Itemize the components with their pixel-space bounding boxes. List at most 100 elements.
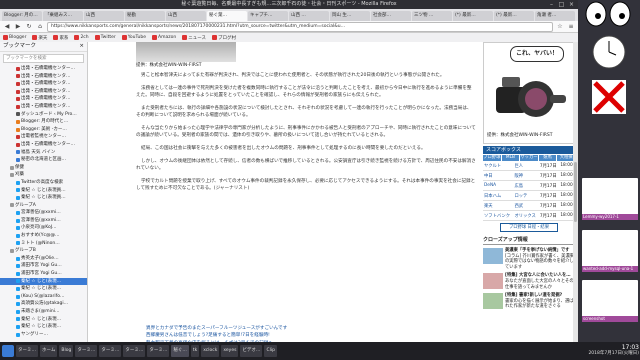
sidebar-bookmark-item[interactable]: 秘密の北海道と区画…	[0, 156, 87, 164]
close-icon[interactable]: ×	[568, 1, 575, 8]
bookmark-toolbar-item[interactable]: Blogger	[3, 35, 26, 40]
sidebar-bookmark-item[interactable]: 宮澤善伍(@xxmi…	[0, 217, 87, 225]
sidebar-bookmark-item[interactable]: 宮澤善伍(@xxmi…	[0, 209, 87, 217]
bookmark-toolbar-item[interactable]: ブログ村	[212, 35, 236, 41]
scoreboard-tab[interactable]: 競馬	[538, 155, 557, 161]
browser-tab[interactable]: 山西 …	[289, 11, 329, 21]
forward-arrow-icon[interactable]: ▶	[14, 23, 22, 31]
table-row[interactable]: 日本ハム ロッテ 7月17日 18:00	[483, 190, 575, 201]
sidebar-bookmark-item[interactable]: 秦紀 ☆ じと(表現員…	[0, 187, 87, 195]
taskbar-button[interactable]: ターミ…	[123, 345, 146, 357]
sidebar-bookmark-item[interactable]: 小泉亮司(@KoJ…	[0, 224, 87, 232]
thumbnail-widget-1[interactable]: Lemmy-wy2017-1	[582, 178, 638, 220]
bookmark-toolbar-item[interactable]: ニュース	[182, 35, 206, 41]
sidebar-bookmark-item[interactable]: 出発・石橋電機センター…	[0, 141, 87, 149]
sidebar-bookmark-item[interactable]: グループA	[0, 202, 87, 210]
taskbar-button[interactable]: 秘ぐ…	[171, 345, 189, 357]
system-clock[interactable]: 17:03 2018年7月17日(火曜日)	[588, 345, 640, 357]
taskbar-button[interactable]: Clip	[264, 345, 277, 357]
taskbar-button[interactable]: tk	[190, 345, 200, 357]
taskbar-button[interactable]: xeyes	[221, 345, 239, 357]
browser-tab[interactable]: 山西	[84, 11, 124, 21]
browser-tab[interactable]: (*) 最新…	[453, 11, 493, 21]
sidebar-bookmark-item[interactable]: Blogger: 美術 -カー…	[0, 126, 87, 134]
browser-tab[interactable]: 岡山 生…	[330, 11, 370, 21]
menu-icon[interactable]: ≡	[567, 23, 575, 31]
related-link[interactable]: 異界とカナダで予告のまたスーパーフルーツジュースがすごいんです	[146, 325, 287, 332]
table-row[interactable]: 楽天 西武 7月17日 18:00	[483, 200, 575, 211]
sidebar-bookmark-item[interactable]: 秦紀 ☆ じと(表現…	[0, 285, 87, 293]
sidebar-bookmark-item[interactable]: 出発・石橋電機センタ…	[0, 88, 87, 96]
taskbar-button[interactable]: Blog	[59, 345, 74, 357]
thumbnail-widget-2[interactable]: wanted-add-mysql-una-1	[582, 230, 638, 272]
closeup-item[interactable]: [特集] 書家!新しい道を発掘? 書家の心を描く展示が始まり、選ばれた作家が新たな…	[483, 293, 575, 310]
browser-tab[interactable]: 三ツ物 …	[412, 11, 452, 21]
sidebar-bookmark-item[interactable]: ダッシュボード ‹ My Pro…	[0, 111, 87, 119]
sidebar-bookmark-item[interactable]: 高須賀公浩(@takagi…	[0, 300, 87, 308]
bookmark-toolbar-item[interactable]: 2ch	[74, 35, 89, 40]
sidebar-bookmark-item[interactable]: 出発・石橋電機センタ…	[0, 103, 87, 111]
close-icon[interactable]: ×	[79, 42, 84, 51]
bookmark-toolbar-item[interactable]: 楽天	[32, 35, 47, 41]
back-arrow-icon[interactable]: ◀	[3, 23, 11, 31]
schedule-more-button[interactable]: プロ野球 日程・結果	[500, 223, 558, 232]
scoreboard-tab[interactable]: MLB	[501, 155, 520, 161]
table-row[interactable]: ヤクルト 巨人 7月17日 18:00	[483, 161, 575, 171]
scrollbar-thumb[interactable]	[574, 162, 577, 222]
sidebar-bookmark-item[interactable]: グループB	[0, 247, 87, 255]
table-row[interactable]: ソフトバンク オリックス 7月17日 18:00	[483, 210, 575, 221]
sidebar-bookmark-item[interactable]: 出発・石橋電機センタ…	[0, 95, 87, 103]
taskbar-button[interactable]: ターミ…	[147, 345, 170, 357]
sidebar-bookmark-item[interactable]: Blogger: 月の時代と…	[0, 118, 87, 126]
sidebar-bookmark-item[interactable]: 出発・石橋電機センタ…	[0, 73, 87, 81]
browser-tab[interactable]: 「乗組みス…	[43, 11, 83, 21]
maximize-icon[interactable]: □	[558, 1, 565, 8]
minimize-icon[interactable]: –	[548, 1, 555, 8]
taskbar-button[interactable]: ターミ…	[16, 345, 38, 357]
start-menu-icon[interactable]	[2, 345, 14, 357]
taskbar-button[interactable]: ターミ…	[99, 345, 122, 357]
sidebar-bookmark-item[interactable]: ヤングリー…	[0, 331, 87, 339]
sidebar-bookmark-item[interactable]: Twitterの高度な検索	[0, 179, 87, 187]
sidebar-bookmark-item[interactable]: 浦田市宮 Yogi Gu…	[0, 262, 87, 270]
home-icon[interactable]: ⌂	[36, 23, 44, 31]
scoreboard-tab[interactable]: プロ野球	[483, 155, 501, 161]
table-row[interactable]: DeNA 広島 7月17日 18:00	[483, 180, 575, 191]
closeup-item[interactable]: 美濃東「手を挙げない純情」です [コラム] 芥川賞作家が書く、美濃東の実際ではない…	[483, 248, 575, 270]
bookmark-toolbar-item[interactable]: Twitter	[94, 35, 116, 40]
thumbnail-widget-3[interactable]: screenshot	[582, 280, 638, 322]
table-row[interactable]: 中日 阪神 7月17日 18:00	[483, 170, 575, 181]
sidebar-bookmark-item[interactable]: 未踏さま(@mini…	[0, 308, 87, 316]
browser-tab[interactable]: 秘ぐ葉…	[207, 11, 247, 21]
sidebar-bookmark-item[interactable]: 出発・石橋電機センタ…	[0, 80, 87, 88]
sidebar-bookmark-item[interactable]: 福島 天気 バイン	[0, 149, 87, 157]
bookmark-toolbar-item[interactable]: 家系	[53, 35, 68, 41]
sidebar-bookmark-item[interactable]: 秦紀 ☆ じと(表現…	[0, 277, 87, 286]
sidebar-bookmark-item[interactable]: 秦紀 ☆ じと(表現員…	[0, 194, 87, 202]
taskbar-button[interactable]: ターミ…	[75, 345, 98, 357]
sidebar-bookmark-item[interactable]: 出発・石橋電機センター…	[0, 65, 87, 73]
taskbar-button[interactable]: ビデオ…	[240, 345, 263, 357]
window-titlebar[interactable]: 秘ぐ葉遊覧日毎、名乗最中長すぎも規…三次郎千石の徒・社会・日刊スポーツ - Mo…	[0, 0, 578, 9]
sidebar-bookmark-item[interactable]: 秦紀 ☆ じと(表現…	[0, 316, 87, 324]
sidebar-bookmark-item[interactable]: (Kou) S(@lazarifo…	[0, 293, 87, 301]
sidebar-bookmark-item[interactable]: おすすめ(Yc@@…	[0, 232, 87, 240]
star-icon[interactable]: ☆	[556, 23, 564, 31]
scoreboard-tab[interactable]: サッカー	[520, 155, 538, 161]
browser-tab[interactable]: 社会部…	[371, 11, 411, 21]
browser-tab[interactable]: Blogger: 月の…	[2, 11, 42, 21]
ad-banner[interactable]: これ、ヤバい！ 提供：株式会社WIN-WIN-FIRST	[483, 42, 575, 144]
browser-tab[interactable]: 山西	[166, 11, 206, 21]
sidebar-bookmark-item[interactable]: 保健	[0, 164, 87, 172]
related-link[interactable]: 西郷慶男さんは低音でしょう?足痛すると簡単!7日を経験時!	[146, 332, 287, 339]
sidebar-bookmark-item[interactable]: 秦紀 ☆ じと(表現…	[0, 323, 87, 331]
bookmark-toolbar-item[interactable]: YouTube	[121, 35, 146, 40]
sidebar-bookmark-item[interactable]: 浦田市宮 Yogi Gu…	[0, 270, 87, 278]
bookmark-toolbar-item[interactable]: Amazon	[152, 35, 176, 40]
bookmark-search-input[interactable]: ブックマークを検索	[3, 54, 84, 63]
browser-tab[interactable]: キャプチ…	[248, 11, 288, 21]
url-bar[interactable]: https://www.nikkansports.com/general/nik…	[47, 21, 553, 32]
sidebar-bookmark-item[interactable]: 刈藁	[0, 171, 87, 179]
browser-tab[interactable]: (*) 最新…	[494, 11, 534, 21]
taskbar-button[interactable]: xclock	[201, 345, 220, 357]
